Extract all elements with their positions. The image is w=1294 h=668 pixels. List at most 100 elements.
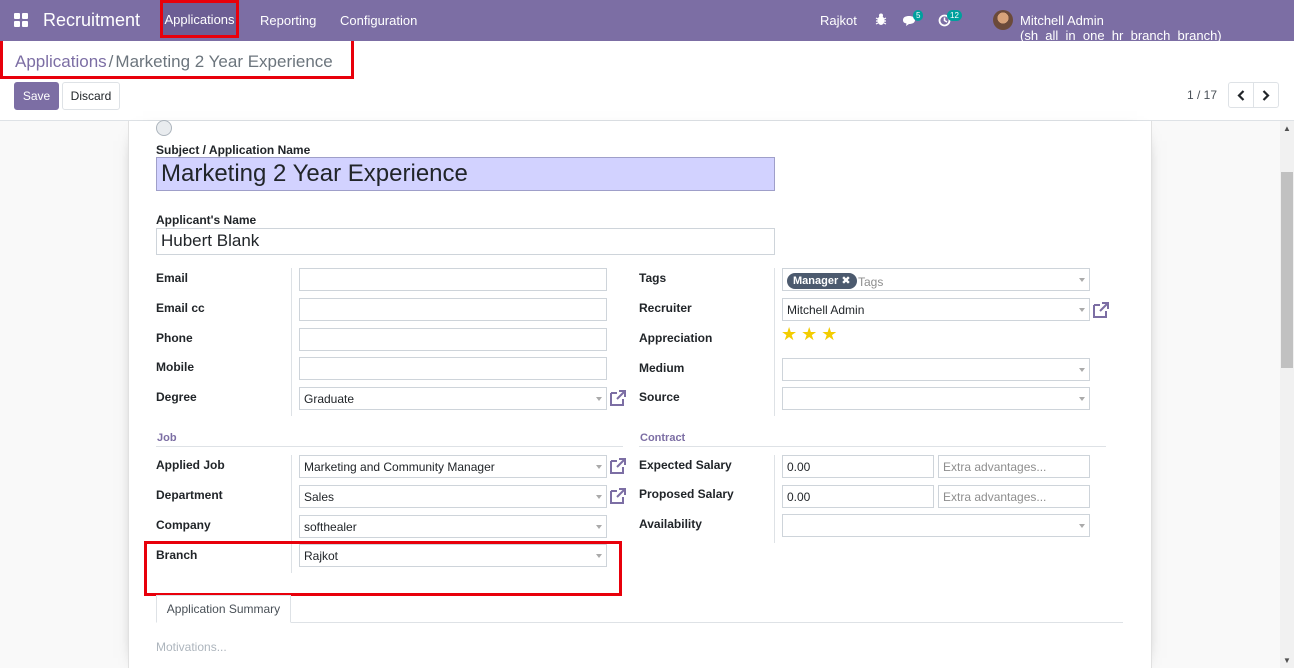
breadcrumb: Applications / Marketing 2 Year Experience	[0, 41, 354, 79]
right-group-divider	[774, 268, 775, 416]
activities-count-badge: 12	[947, 10, 962, 21]
proposed-salary-input[interactable]: 0.00	[782, 485, 934, 508]
applicant-name-input[interactable]: Hubert Blank	[156, 228, 775, 255]
company-select[interactable]: softhealer	[299, 515, 607, 538]
bug-icon[interactable]	[875, 13, 887, 26]
breadcrumb-current: Marketing 2 Year Experience	[115, 52, 333, 71]
apps-menu-icon[interactable]	[14, 13, 28, 27]
control-panel: Applications / Marketing 2 Year Experience…	[0, 41, 1294, 121]
applied-job-select[interactable]: Marketing and Community Manager	[299, 455, 607, 478]
left-group-divider	[291, 268, 292, 416]
email-cc-input[interactable]	[299, 298, 607, 321]
phone-label: Phone	[156, 331, 193, 345]
menu-reporting[interactable]: Reporting	[260, 13, 316, 28]
pager-previous-button[interactable]	[1228, 82, 1254, 108]
source-label: Source	[639, 390, 680, 404]
discard-button[interactable]: Discard	[62, 82, 120, 110]
email-input[interactable]	[299, 268, 607, 291]
branch-highlight-box	[144, 541, 622, 596]
applied-job-value: Marketing and Community Manager	[304, 460, 495, 474]
company-label: Company	[156, 518, 211, 532]
recruiter-value: Mitchell Admin	[787, 303, 865, 317]
branch-switcher[interactable]: Rajkot	[820, 13, 857, 28]
recruiter-label: Recruiter	[639, 301, 692, 315]
scroll-down-arrow-icon[interactable]: ▼	[1283, 656, 1291, 665]
dropdown-caret-icon	[1079, 308, 1085, 312]
expected-salary-extra-input[interactable]: Extra advantages...	[938, 455, 1090, 478]
expected-salary-input[interactable]: 0.00	[782, 455, 934, 478]
app-title[interactable]: Recruitment	[43, 10, 140, 31]
tab-application-summary[interactable]: Application Summary	[156, 595, 291, 623]
dropdown-caret-icon	[596, 525, 602, 529]
dropdown-caret-icon	[1079, 278, 1085, 282]
scrollbar-thumb[interactable]	[1281, 172, 1293, 368]
dropdown-caret-icon	[1079, 368, 1085, 372]
chevron-left-icon	[1237, 89, 1245, 101]
user-menu[interactable]: Mitchell Admin (sh_all_in_one_hr_branch_…	[1020, 13, 1294, 43]
menu-configuration[interactable]: Configuration	[340, 13, 417, 28]
contract-section-line	[639, 446, 1106, 447]
degree-label: Degree	[156, 390, 197, 404]
department-value: Sales	[304, 490, 335, 504]
dropdown-caret-icon	[1079, 397, 1085, 401]
dropdown-caret-icon	[596, 397, 602, 401]
contract-group-divider	[774, 455, 775, 543]
department-select[interactable]: Sales	[299, 485, 607, 508]
applicant-name-label: Applicant's Name	[156, 213, 257, 227]
pager-next-button[interactable]	[1253, 82, 1279, 108]
medium-select[interactable]	[782, 358, 1090, 381]
pager-value[interactable]: 1 / 17	[1187, 88, 1217, 102]
subject-label: Subject / Application Name	[156, 143, 311, 157]
tag-manager-label: Manager	[793, 275, 839, 287]
menu-applications[interactable]: Applications	[160, 0, 239, 38]
notebook-tab-line	[156, 622, 1123, 623]
degree-select[interactable]: Graduate	[299, 387, 607, 410]
breadcrumb-separator: /	[108, 52, 114, 71]
mobile-input[interactable]	[299, 357, 607, 380]
email-label: Email	[156, 271, 189, 285]
medium-label: Medium	[639, 361, 685, 375]
external-link-icon[interactable]	[609, 457, 627, 475]
chevron-right-icon	[1262, 89, 1270, 101]
star-icon[interactable]: ★	[801, 325, 817, 343]
email-cc-label: Email cc	[156, 301, 205, 315]
messages-count-badge: 5	[913, 10, 924, 21]
recruiter-select[interactable]: Mitchell Admin	[782, 298, 1090, 321]
appreciation-label: Appreciation	[639, 331, 713, 345]
contract-section-title: Contract	[640, 432, 686, 444]
breadcrumb-applications-link[interactable]: Applications	[15, 52, 107, 71]
degree-value: Graduate	[304, 392, 355, 406]
proposed-salary-extra-input[interactable]: Extra advantages...	[938, 485, 1090, 508]
phone-input[interactable]	[299, 328, 607, 351]
job-section-line	[156, 446, 623, 447]
company-value: softhealer	[304, 520, 357, 534]
scroll-up-arrow-icon[interactable]: ▲	[1283, 124, 1291, 133]
top-navbar: Recruitment Applications Reporting Confi…	[0, 0, 1294, 43]
external-link-icon[interactable]	[609, 487, 627, 505]
tag-manager[interactable]: Manager ✖	[787, 273, 857, 289]
tags-label: Tags	[639, 271, 667, 285]
mobile-label: Mobile	[156, 360, 194, 374]
tag-remove-icon[interactable]: ✖	[841, 275, 850, 287]
tags-placeholder: Tags	[858, 275, 884, 289]
dropdown-caret-icon	[596, 495, 602, 499]
job-section-title: Job	[157, 432, 177, 444]
save-button[interactable]: Save	[14, 82, 59, 110]
availability-label: Availability	[639, 517, 702, 531]
external-link-icon[interactable]	[1092, 301, 1110, 319]
appreciation-stars[interactable]: ★ ★ ★	[781, 325, 837, 343]
user-avatar[interactable]	[993, 10, 1013, 30]
star-icon[interactable]: ★	[781, 325, 797, 343]
availability-date-input[interactable]	[782, 514, 1090, 537]
external-link-icon[interactable]	[609, 389, 627, 407]
subject-input[interactable]: Marketing 2 Year Experience	[156, 157, 775, 191]
motivations-textarea[interactable]: Motivations...	[156, 640, 227, 654]
dropdown-caret-icon	[596, 465, 602, 469]
source-select[interactable]	[782, 387, 1090, 410]
applied-job-label: Applied Job	[156, 458, 225, 472]
star-icon[interactable]: ★	[821, 325, 837, 343]
kanban-state-indicator[interactable]	[156, 120, 172, 136]
expected-salary-label: Expected Salary	[639, 458, 732, 472]
proposed-salary-label: Proposed Salary	[639, 487, 734, 501]
department-label: Department	[156, 488, 223, 502]
